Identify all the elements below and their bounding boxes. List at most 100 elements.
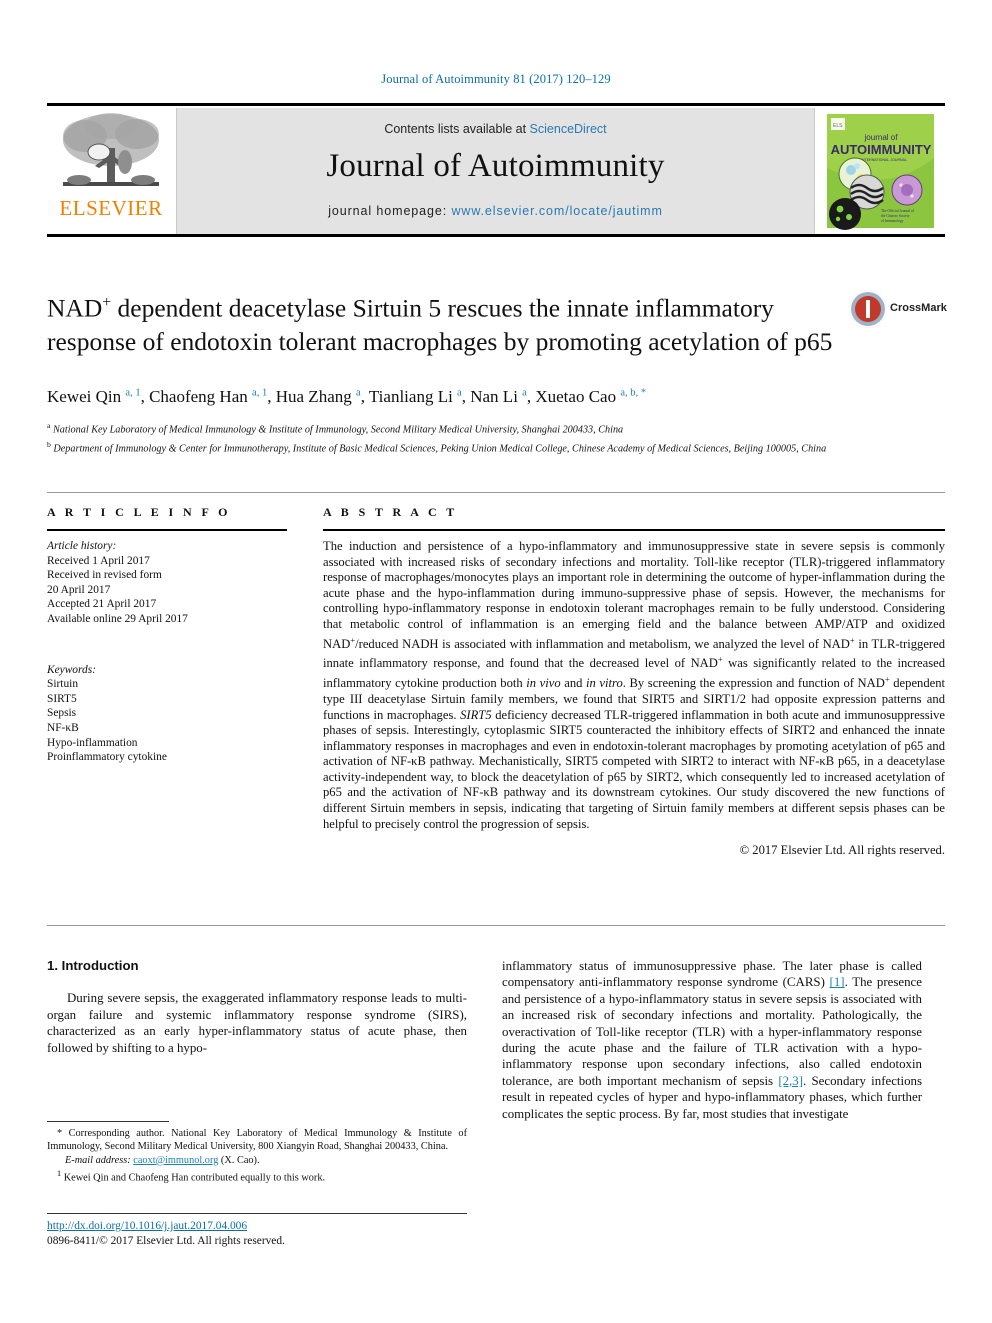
affiliation-item: b Department of Immunology & Center for … xyxy=(47,438,847,457)
article-history: Article history: Received 1 April 2017 R… xyxy=(47,539,287,627)
elsevier-wordmark: ELSEVIER xyxy=(59,196,163,220)
intro-seg-b: . The presence and persistence of a hypo… xyxy=(502,975,922,1088)
svg-text:the Chinese Society: the Chinese Society xyxy=(881,214,910,218)
elsevier-logo[interactable]: ELSEVIER xyxy=(47,108,177,234)
abstract-rule xyxy=(323,529,945,531)
author-item[interactable]: Chaofeng Han a, 1 xyxy=(149,387,267,406)
abstract-invivo: in vivo xyxy=(526,676,561,691)
author-name: Chaofeng Han xyxy=(149,387,248,406)
abstract-column: A B S T R A C T The induction and persis… xyxy=(323,505,945,858)
affiliation-mark: b xyxy=(47,439,51,449)
crossmark-badge[interactable]: CrossMark xyxy=(849,288,947,340)
affiliation-mark: a xyxy=(47,421,51,430)
author-name: Hua Zhang xyxy=(275,387,352,406)
info-band-top-rule xyxy=(47,492,945,493)
abstract-heading: A B S T R A C T xyxy=(323,505,458,519)
homepage-prefix: journal homepage: xyxy=(328,204,452,218)
author-item[interactable]: Xuetao Cao a, b, * xyxy=(535,387,646,406)
author-name: Tianliang Li xyxy=(368,387,453,406)
abstract-copyright: © 2017 Elsevier Ltd. All rights reserved… xyxy=(739,843,945,858)
history-item: Received in revised form xyxy=(47,569,162,582)
masthead-bottom-rule xyxy=(47,234,945,237)
history-item: Accepted 21 April 2017 xyxy=(47,598,157,611)
email-suffix: (X. Cao). xyxy=(218,1154,260,1166)
abstract-invitro: in vitro xyxy=(586,676,623,691)
running-head: Journal of Autoimmunity 81 (2017) 120–12… xyxy=(381,72,611,86)
author-name: Xuetao Cao xyxy=(535,387,617,406)
issn-copyright-line: 0896-8411/© 2017 Elsevier Ltd. All right… xyxy=(47,1235,285,1247)
journal-cover-thumbnail[interactable]: ELS journal of AUTOIMMUNITY AN INTERNATI… xyxy=(814,108,945,234)
svg-text:AUTOIMMUNITY: AUTOIMMUNITY xyxy=(831,142,932,157)
article-info-rule xyxy=(47,529,287,531)
bottom-separator-rule xyxy=(47,1213,467,1214)
footnote-email: E-mail address: caoxt@immunol.org (X. Ca… xyxy=(47,1154,467,1167)
svg-text:of Immunology: of Immunology xyxy=(881,219,904,223)
keyword-item: Hypo-inflammation xyxy=(47,736,138,749)
svg-text:journal of: journal of xyxy=(864,133,899,142)
intro-paragraph-left: During severe sepsis, the exaggerated in… xyxy=(47,991,467,1055)
affiliation-text: National Key Laboratory of Medical Immun… xyxy=(53,424,624,436)
svg-text:ELS: ELS xyxy=(833,123,843,129)
author-name: Kewei Qin xyxy=(47,387,122,406)
author-marks: a xyxy=(522,387,527,399)
keyword-item: Sepsis xyxy=(47,707,77,720)
footnote-block: * Corresponding author. National Key Lab… xyxy=(47,1127,467,1185)
footnote-equal-contribution: 1 Kewei Qin and Chaofeng Han contributed… xyxy=(47,1167,467,1185)
footnote-corresponding-text: Corresponding author. National Key Labor… xyxy=(47,1128,467,1153)
article-info-heading: A R T I C L E I N F O xyxy=(47,505,231,519)
affiliation-text: Department of Immunology & Center for Im… xyxy=(53,442,827,454)
body-column-left: 1. Introduction During severe sepsis, th… xyxy=(47,958,467,1056)
footnote-separator-rule xyxy=(47,1121,169,1122)
keywords-block: Keywords: Sirtuin SIRT5 Sepsis NF-κB Hyp… xyxy=(47,663,287,765)
crossmark-icon xyxy=(849,290,887,328)
author-item[interactable]: Kewei Qin a, 1 xyxy=(47,387,141,406)
journal-masthead: ELSEVIER Contents lists available at Sci… xyxy=(47,103,945,237)
keyword-item: SIRT5 xyxy=(47,692,77,705)
contents-prefix: Contents lists available at xyxy=(384,122,530,136)
title-block: NAD+ dependent deacetylase Sirtuin 5 res… xyxy=(47,286,837,358)
sciencedirect-link[interactable]: ScienceDirect xyxy=(530,122,607,136)
footnote-corresponding-author: * Corresponding author. National Key Lab… xyxy=(47,1127,467,1154)
citation-ref-1[interactable]: [1] xyxy=(830,975,845,989)
article-history-label: Article history: xyxy=(47,540,117,552)
author-marks: a, b, * xyxy=(620,387,647,399)
email-link[interactable]: caoxt@immunol.org xyxy=(133,1155,218,1166)
keyword-item: Sirtuin xyxy=(47,678,79,691)
history-item: Received 1 April 2017 xyxy=(47,554,150,567)
abstract-seg: /reduced NADH is associated with inflamm… xyxy=(355,636,850,651)
history-item: 20 April 2017 xyxy=(47,583,111,596)
author-item[interactable]: Hua Zhang a xyxy=(276,387,361,406)
title-part-2: dependent deacetylase Sirtuin 5 rescues … xyxy=(47,293,833,356)
keyword-item: Proinflammatory cytokine xyxy=(47,751,167,764)
svg-text:The Official Journal of: The Official Journal of xyxy=(881,209,915,213)
affiliation-list: a National Key Laboratory of Medical Imm… xyxy=(47,419,847,456)
email-label: E-mail address: xyxy=(65,1154,134,1166)
author-list: Kewei Qin a, 1, Chaofeng Han a, 1, Hua Z… xyxy=(47,387,647,406)
crossmark-label: CrossMark xyxy=(890,302,947,314)
abstract-text: The induction and persistence of a hypo-… xyxy=(323,539,945,832)
section-heading-introduction: 1. Introduction xyxy=(47,958,139,973)
author-marks: a xyxy=(457,387,462,399)
masthead-center-band: Contents lists available at ScienceDirec… xyxy=(177,108,814,234)
bottom-meta-block: http://dx.doi.org/10.1016/j.jaut.2017.04… xyxy=(47,1219,507,1249)
abstract-seg: deficiency decreased TLR-triggered infla… xyxy=(323,707,946,831)
journal-homepage-link[interactable]: www.elsevier.com/locate/jautimm xyxy=(451,204,662,218)
author-item[interactable]: Nan Li a xyxy=(470,387,527,406)
intro-paragraph-right: inflammatory status of immunosuppressive… xyxy=(502,958,922,1122)
author-marks: a, 1 xyxy=(125,387,141,399)
doi-link[interactable]: http://dx.doi.org/10.1016/j.jaut.2017.04… xyxy=(47,1219,507,1234)
info-band-bottom-rule xyxy=(47,925,945,926)
author-item[interactable]: Tianliang Li a xyxy=(369,387,462,406)
page-title: NAD+ dependent deacetylase Sirtuin 5 res… xyxy=(47,286,837,358)
citation-ref-2-3[interactable]: [2,3] xyxy=(778,1074,803,1088)
title-superscript: + xyxy=(102,294,112,311)
affiliation-item: a National Key Laboratory of Medical Imm… xyxy=(47,419,847,438)
journal-title: Journal of Autoimmunity xyxy=(326,148,665,184)
abstract-seg: . By screening the expression and functi… xyxy=(622,676,885,691)
history-item: Available online 29 April 2017 xyxy=(47,612,188,625)
author-marks: a xyxy=(356,387,361,399)
article-info-column: A R T I C L E I N F O Article history: R… xyxy=(47,505,287,765)
abstract-gene-italic: SIRT5 xyxy=(460,707,492,722)
footnote-equal-text: Kewei Qin and Chaofeng Han contributed e… xyxy=(61,1172,326,1184)
title-part-1: NAD xyxy=(47,293,103,323)
